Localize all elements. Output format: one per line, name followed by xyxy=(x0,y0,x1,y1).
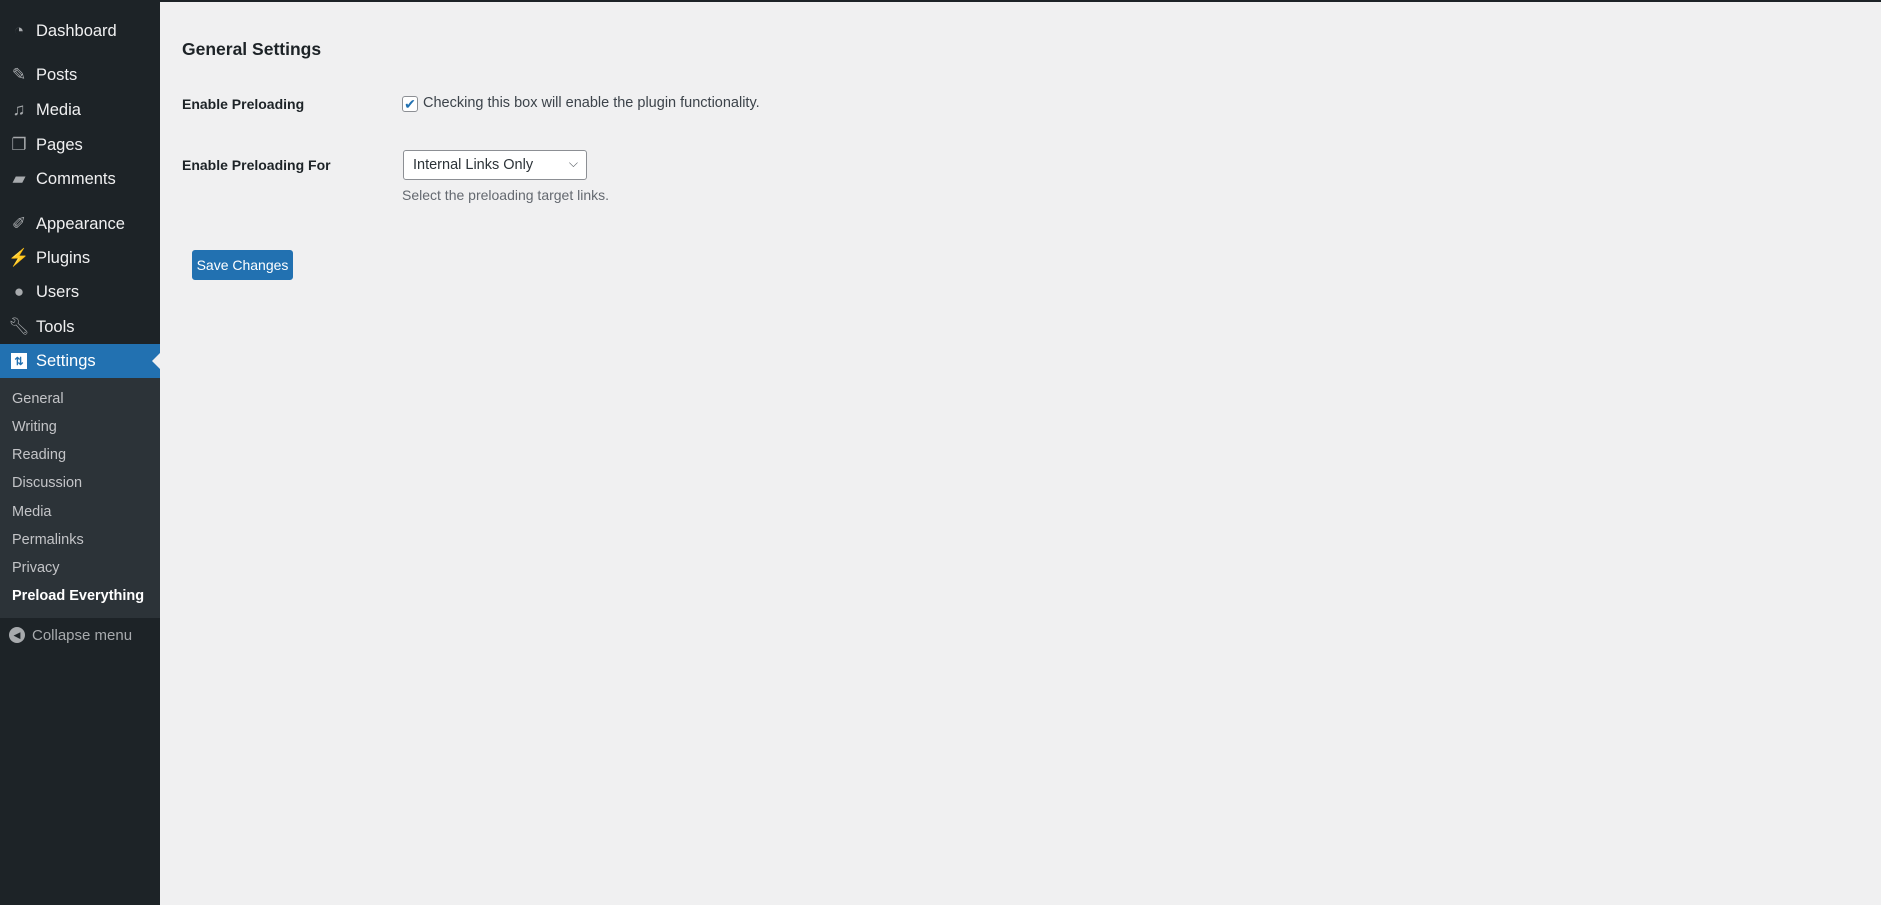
collapse-menu-button[interactable]: ◀ Collapse menu xyxy=(0,618,160,652)
user-icon: ● xyxy=(13,282,25,301)
menu-settings[interactable]: ⇅ Settings xyxy=(0,344,160,378)
submenu-writing[interactable]: Writing xyxy=(12,419,57,435)
pages-icon: ❐ xyxy=(11,135,27,154)
media-icon: ♫ xyxy=(12,100,26,119)
enable-preloading-checkbox[interactable]: ✔ xyxy=(402,96,418,112)
settings-icon: ⇅ xyxy=(9,351,29,371)
wrench-icon: 🔧︎ xyxy=(8,317,30,336)
plugin-icon: ⚡ xyxy=(8,248,30,267)
dashboard-icon: ◔ xyxy=(13,21,25,40)
submenu-preload-everything[interactable]: Preload Everything xyxy=(12,588,144,604)
collapse-icon: ◀ xyxy=(9,627,25,643)
enable-preloading-text[interactable]: Checking this box will enable the plugin… xyxy=(423,95,760,111)
admin-bar xyxy=(0,0,1881,2)
preloading-target-select[interactable]: Internal Links Only ⌵ xyxy=(403,150,587,180)
menu-posts[interactable]: ✎ Posts xyxy=(0,58,160,92)
settings-submenu: General Writing Reading Discussion Media… xyxy=(0,378,160,618)
brush-icon: ✐ xyxy=(11,214,27,233)
menu-plugins[interactable]: ⚡ Plugins xyxy=(0,241,160,275)
enable-preloading-label: Enable Preloading xyxy=(182,96,305,112)
menu-pages[interactable]: ❐ Pages xyxy=(0,128,160,162)
preloading-target-description: Select the preloading target links. xyxy=(402,187,610,203)
menu-media[interactable]: ♫ Media xyxy=(0,93,160,127)
admin-sidebar: ◔ Dashboard ✎ Posts ♫ Media ❐ Pages ▰ Comment… xyxy=(0,0,160,905)
submenu-media[interactable]: Media xyxy=(12,504,52,520)
submenu-privacy[interactable]: Privacy xyxy=(12,560,60,576)
submenu-discussion[interactable]: Discussion xyxy=(12,475,82,491)
menu-tools[interactable]: 🔧︎ Tools xyxy=(0,310,160,344)
page-title: General Settings xyxy=(182,39,322,59)
save-changes-button[interactable]: Save Changes xyxy=(192,250,293,280)
submenu-general[interactable]: General xyxy=(12,391,64,407)
checkmark-icon: ✔ xyxy=(404,96,416,112)
menu-appearance[interactable]: ✐ Appearance xyxy=(0,207,160,241)
chevron-down-icon: ⌵ xyxy=(568,156,578,170)
submenu-permalinks[interactable]: Permalinks xyxy=(12,532,84,548)
comment-icon: ▰ xyxy=(12,169,26,188)
submenu-reading[interactable]: Reading xyxy=(12,447,66,463)
menu-comments[interactable]: ▰ Comments xyxy=(0,162,160,196)
menu-users[interactable]: ● Users xyxy=(0,275,160,309)
menu-dashboard[interactable]: ◔ Dashboard xyxy=(0,14,160,48)
enable-preloading-for-label: Enable Preloading For xyxy=(182,157,331,173)
pin-icon: ✎ xyxy=(11,65,27,84)
